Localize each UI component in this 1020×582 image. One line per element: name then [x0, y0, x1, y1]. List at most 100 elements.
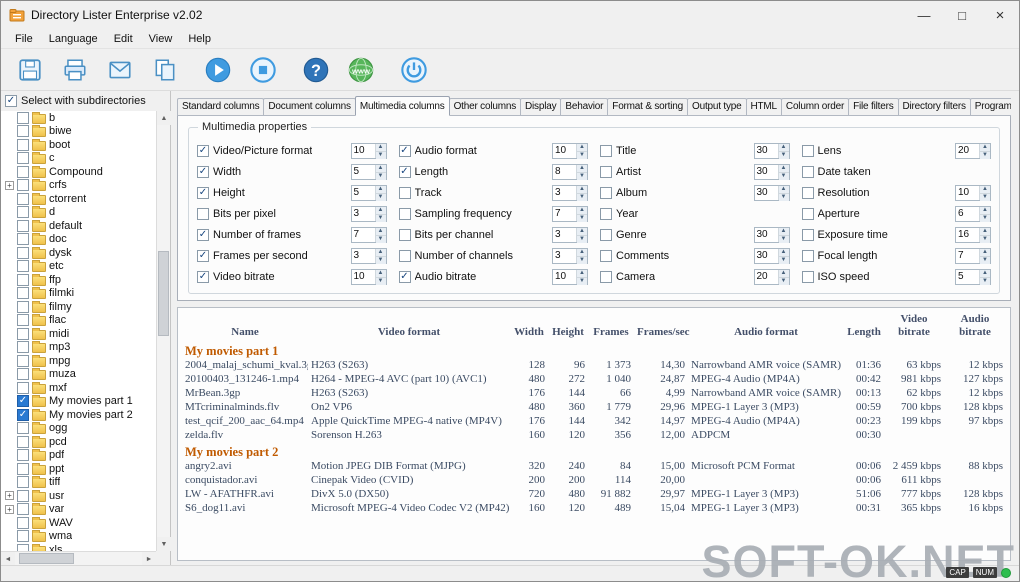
spinner-down-arrow[interactable]: ▼ [980, 193, 990, 201]
spinner-down-arrow[interactable]: ▼ [778, 277, 789, 285]
spinner-up-arrow[interactable]: ▲ [778, 248, 789, 257]
checkbox[interactable] [17, 476, 29, 489]
spinner-down-arrow[interactable]: ▼ [375, 256, 386, 264]
spinner-up-arrow[interactable]: ▲ [375, 185, 386, 194]
tree-item-muza[interactable]: muza [1, 368, 156, 382]
spinner-down-arrow[interactable]: ▼ [577, 172, 587, 180]
tree-item-mp3[interactable]: mp3 [1, 341, 156, 355]
width-spinner[interactable]: 20 ▲ ▼ [955, 142, 991, 159]
email-button[interactable] [101, 52, 139, 88]
tree-item-b[interactable]: b [1, 111, 156, 125]
width-spinner[interactable]: 3 ▲ ▼ [350, 247, 387, 264]
tree-item-dysk[interactable]: dysk [1, 246, 156, 260]
tree-item-filmy[interactable]: filmy [1, 300, 156, 314]
tree-item-compound[interactable]: Compound [1, 165, 156, 179]
checkbox[interactable] [17, 192, 29, 205]
menu-item-view[interactable]: View [141, 31, 181, 47]
tree-item-c[interactable]: c [1, 152, 156, 166]
spinner-down-arrow[interactable]: ▼ [778, 172, 789, 180]
checkbox[interactable] [17, 152, 29, 165]
width-spinner[interactable]: 5 ▲ ▼ [955, 268, 991, 285]
checkbox[interactable] [17, 219, 29, 232]
width-spinner[interactable]: 3 ▲ ▼ [552, 226, 588, 243]
menu-item-edit[interactable]: Edit [106, 31, 141, 47]
checkbox[interactable] [197, 228, 209, 241]
tree-item-xls[interactable]: xls [1, 543, 156, 551]
tab-multimedia-columns[interactable]: Multimedia columns [354, 96, 450, 116]
vertical-scroll-thumb[interactable] [158, 251, 169, 336]
tree-item-crfs[interactable]: + crfs [1, 179, 156, 193]
spinner-up-arrow[interactable]: ▲ [375, 206, 386, 215]
spinner-down-arrow[interactable]: ▼ [577, 256, 587, 264]
checkbox[interactable] [398, 228, 411, 241]
spinner-up-arrow[interactable]: ▲ [375, 248, 386, 257]
spinner-up-arrow[interactable]: ▲ [778, 185, 789, 194]
spinner-up-arrow[interactable]: ▲ [577, 248, 587, 257]
exit-button[interactable] [395, 52, 433, 88]
menu-item-help[interactable]: Help [180, 31, 219, 47]
spinner-up-arrow[interactable]: ▲ [778, 227, 789, 236]
spinner-up-arrow[interactable]: ▲ [577, 227, 587, 236]
tab-html[interactable]: HTML [745, 98, 782, 116]
checkbox[interactable] [197, 144, 209, 157]
width-spinner[interactable]: 10 ▲ ▼ [350, 268, 387, 285]
checkbox[interactable] [17, 260, 29, 273]
menu-item-file[interactable]: File [7, 31, 41, 47]
vertical-scrollbar[interactable]: ▲ ▼ [156, 111, 171, 551]
checkbox[interactable] [17, 435, 29, 448]
width-spinner[interactable]: 3 ▲ ▼ [552, 247, 588, 264]
checkbox[interactable] [17, 287, 29, 300]
checkbox[interactable] [17, 314, 29, 327]
checkbox[interactable] [17, 489, 29, 502]
maximize-button[interactable]: □ [943, 1, 981, 29]
spinner-up-arrow[interactable]: ▲ [980, 143, 990, 152]
checkbox[interactable] [600, 186, 612, 199]
width-spinner[interactable]: 10 ▲ ▼ [552, 268, 588, 285]
checkbox[interactable] [17, 354, 29, 367]
checkbox[interactable] [17, 422, 29, 435]
spinner-up-arrow[interactable]: ▲ [980, 227, 990, 236]
spinner-down-arrow[interactable]: ▼ [980, 256, 990, 264]
tree-item-ppt[interactable]: ppt [1, 462, 156, 476]
horizontal-scrollbar[interactable]: ◄ ► [1, 551, 156, 566]
width-spinner[interactable]: 10 ▲ ▼ [350, 142, 387, 159]
checkbox[interactable] [600, 249, 612, 262]
spinner-up-arrow[interactable]: ▲ [375, 227, 386, 236]
spinner-down-arrow[interactable]: ▼ [778, 151, 789, 159]
spinner-down-arrow[interactable]: ▼ [980, 214, 990, 222]
width-spinner[interactable]: 10 ▲ ▼ [552, 142, 588, 159]
horizontal-scroll-thumb[interactable] [19, 553, 74, 564]
checkbox[interactable] [398, 186, 411, 199]
tree-item-tiff[interactable]: tiff [1, 476, 156, 490]
spinner-up-arrow[interactable]: ▲ [778, 164, 789, 173]
checkbox[interactable] [600, 144, 612, 157]
spinner-up-arrow[interactable]: ▲ [577, 269, 587, 278]
checkbox[interactable] [17, 449, 29, 462]
spinner-up-arrow[interactable]: ▲ [980, 185, 990, 194]
checkbox[interactable] [17, 381, 29, 394]
tree-item-wma[interactable]: wma [1, 530, 156, 544]
expand-icon[interactable]: + [5, 491, 14, 501]
tree-item-default[interactable]: default [1, 219, 156, 233]
spinner-down-arrow[interactable]: ▼ [375, 172, 386, 180]
spinner-down-arrow[interactable]: ▼ [577, 277, 587, 285]
checkbox[interactable] [398, 165, 411, 178]
checkbox[interactable] [17, 206, 29, 219]
checkbox[interactable] [17, 138, 29, 151]
tab-output-type[interactable]: Output type [687, 98, 747, 116]
checkbox[interactable] [17, 516, 29, 529]
spinner-down-arrow[interactable]: ▼ [980, 235, 990, 243]
tree-item-wav[interactable]: WAV [1, 516, 156, 530]
tab-other-columns[interactable]: Other columns [448, 98, 522, 116]
checkbox[interactable] [17, 179, 29, 192]
tree-item-mpg[interactable]: mpg [1, 354, 156, 368]
tab-standard-columns[interactable]: Standard columns [177, 98, 265, 116]
checkbox[interactable] [600, 270, 612, 283]
spinner-down-arrow[interactable]: ▼ [577, 193, 587, 201]
spinner-up-arrow[interactable]: ▲ [577, 143, 587, 152]
expand-icon[interactable]: + [5, 180, 14, 190]
print-button[interactable] [56, 52, 94, 88]
width-spinner[interactable]: 5 ▲ ▼ [350, 184, 387, 201]
checkbox[interactable] [17, 543, 29, 551]
checkbox[interactable] [801, 270, 814, 283]
